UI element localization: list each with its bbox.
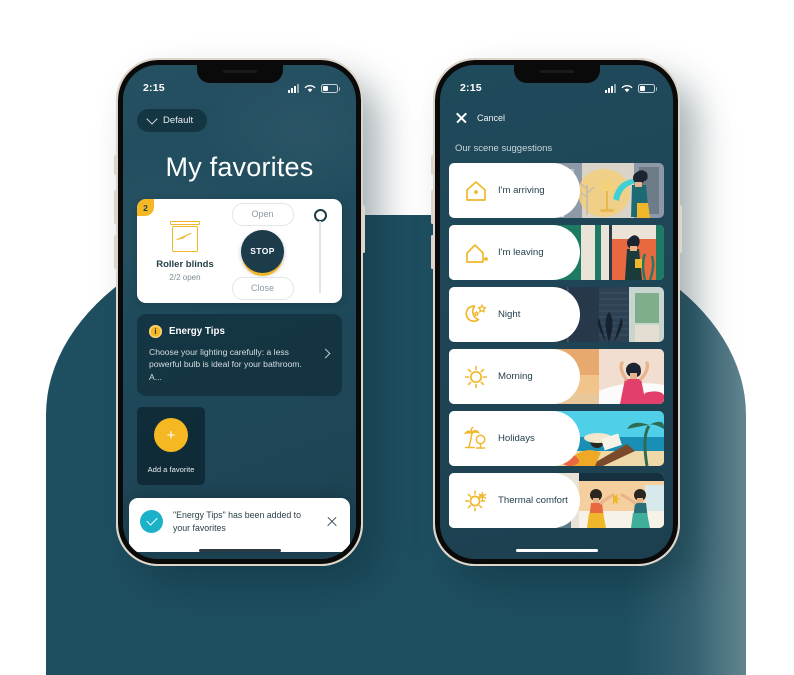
scene-row[interactable]: I'm arriving xyxy=(449,163,664,218)
scene-label: Night xyxy=(498,309,521,320)
home-indicator-left xyxy=(198,549,281,552)
scene-label: Holidays xyxy=(498,433,535,444)
stop-button[interactable]: STOP xyxy=(241,229,284,273)
cancel-label: Cancel xyxy=(477,112,506,123)
battery-icon xyxy=(638,83,657,93)
roller-blinds-info: Roller blinds 2/2 open xyxy=(137,220,227,282)
scene-pill[interactable]: Morning xyxy=(449,349,580,404)
toast-message: "Energy Tips" has been added to your fav… xyxy=(173,510,302,533)
battery-icon xyxy=(321,83,340,93)
wifi-icon xyxy=(621,84,633,93)
screen-scene-suggestions: 2:15 Cancel Our scene suggestions I'm ar… xyxy=(440,65,673,559)
sun-snowflake-icon xyxy=(463,488,489,514)
scene-row[interactable]: Night xyxy=(449,287,664,342)
screen-favorites: 2:15 Default My favorites 2 Roller blind… xyxy=(123,65,356,559)
earpiece-speaker xyxy=(222,70,257,73)
info-coin-icon: i xyxy=(149,325,162,338)
scene-list: I'm arriving I'm leaving Night Morning H… xyxy=(440,163,673,528)
phone-right-notch xyxy=(513,65,600,83)
status-time: 2:15 xyxy=(143,82,165,94)
toast-notification: "Energy Tips" has been added to your fav… xyxy=(129,498,350,552)
scene-pill[interactable]: Thermal comfort xyxy=(449,473,580,528)
scene-row[interactable]: Thermal comfort xyxy=(449,473,664,528)
phone-right-mute-switch xyxy=(431,155,434,175)
cancel-row[interactable]: Cancel xyxy=(440,103,673,124)
palm-tree-icon xyxy=(463,426,489,452)
scene-row[interactable]: Morning xyxy=(449,349,664,404)
energy-tips-title: Energy Tips xyxy=(169,326,225,337)
chevron-down-icon xyxy=(146,113,158,125)
cellular-icon xyxy=(288,83,299,93)
earpiece-speaker xyxy=(539,70,574,73)
energy-tips-card[interactable]: i Energy Tips Choose your lighting caref… xyxy=(137,314,342,397)
phone-right-volume-up xyxy=(431,190,434,224)
roller-blind-icon xyxy=(170,220,200,253)
house-outline-dot-icon xyxy=(463,240,489,266)
phone-right-volume-down xyxy=(431,235,434,269)
roller-blinds-card[interactable]: 2 Roller blinds 2/2 open Open STOP Close xyxy=(137,199,342,303)
open-button[interactable]: Open xyxy=(231,202,294,226)
scene-row[interactable]: Holidays xyxy=(449,411,664,466)
phone-left: 2:15 Default My favorites 2 Roller blind… xyxy=(114,58,365,566)
house-selector-chip[interactable]: Default xyxy=(137,109,208,132)
scene-pill[interactable]: Night xyxy=(449,287,580,342)
scene-pill[interactable]: I'm leaving xyxy=(449,225,580,280)
plus-icon[interactable]: + xyxy=(154,418,188,453)
status-icons xyxy=(288,83,340,93)
scene-label: I'm leaving xyxy=(498,247,544,258)
roller-blinds-status: 2/2 open xyxy=(169,272,201,282)
phone-left-volume-down xyxy=(114,235,117,269)
phone-left-notch xyxy=(196,65,283,83)
scene-label: I'm arriving xyxy=(498,185,545,196)
close-icon[interactable] xyxy=(325,515,339,529)
scene-row[interactable]: I'm leaving xyxy=(449,225,664,280)
phone-left-power-button xyxy=(362,205,365,253)
close-icon[interactable] xyxy=(455,111,468,124)
scene-pill[interactable]: Holidays xyxy=(449,411,580,466)
house-selector-label: Default xyxy=(163,115,194,126)
roller-blinds-name: Roller blinds xyxy=(156,258,214,270)
chevron-right-icon[interactable] xyxy=(320,348,331,359)
add-favorite-label: Add a favorite xyxy=(147,465,195,475)
house-filled-dot-icon xyxy=(463,178,489,204)
slider-track[interactable] xyxy=(319,221,321,293)
scene-pill[interactable]: I'm arriving xyxy=(449,163,580,218)
moon-stars-icon xyxy=(463,302,489,328)
scene-label: Morning xyxy=(498,371,533,382)
add-favorite-card[interactable]: + Add a favorite xyxy=(137,407,205,486)
close-button[interactable]: Close xyxy=(231,276,294,300)
phone-left-mute-switch xyxy=(114,155,117,175)
home-indicator-right xyxy=(515,549,598,552)
phone-right-power-button xyxy=(679,205,682,253)
energy-tips-body: Choose your lighting carefully: a less p… xyxy=(149,347,302,382)
status-time: 2:15 xyxy=(460,82,482,94)
phone-left-volume-up xyxy=(114,190,117,224)
phone-right: 2:15 Cancel Our scene suggestions I'm ar… xyxy=(431,58,682,566)
cellular-icon xyxy=(605,83,616,93)
check-circle-icon xyxy=(140,510,163,534)
section-label: Our scene suggestions xyxy=(455,143,553,154)
wifi-icon xyxy=(304,84,316,93)
sun-icon xyxy=(463,364,489,390)
page-title: My favorites xyxy=(165,152,314,182)
status-icons xyxy=(605,83,657,93)
blinds-position-slider[interactable] xyxy=(298,199,342,303)
scene-label: Thermal comfort xyxy=(498,495,568,506)
